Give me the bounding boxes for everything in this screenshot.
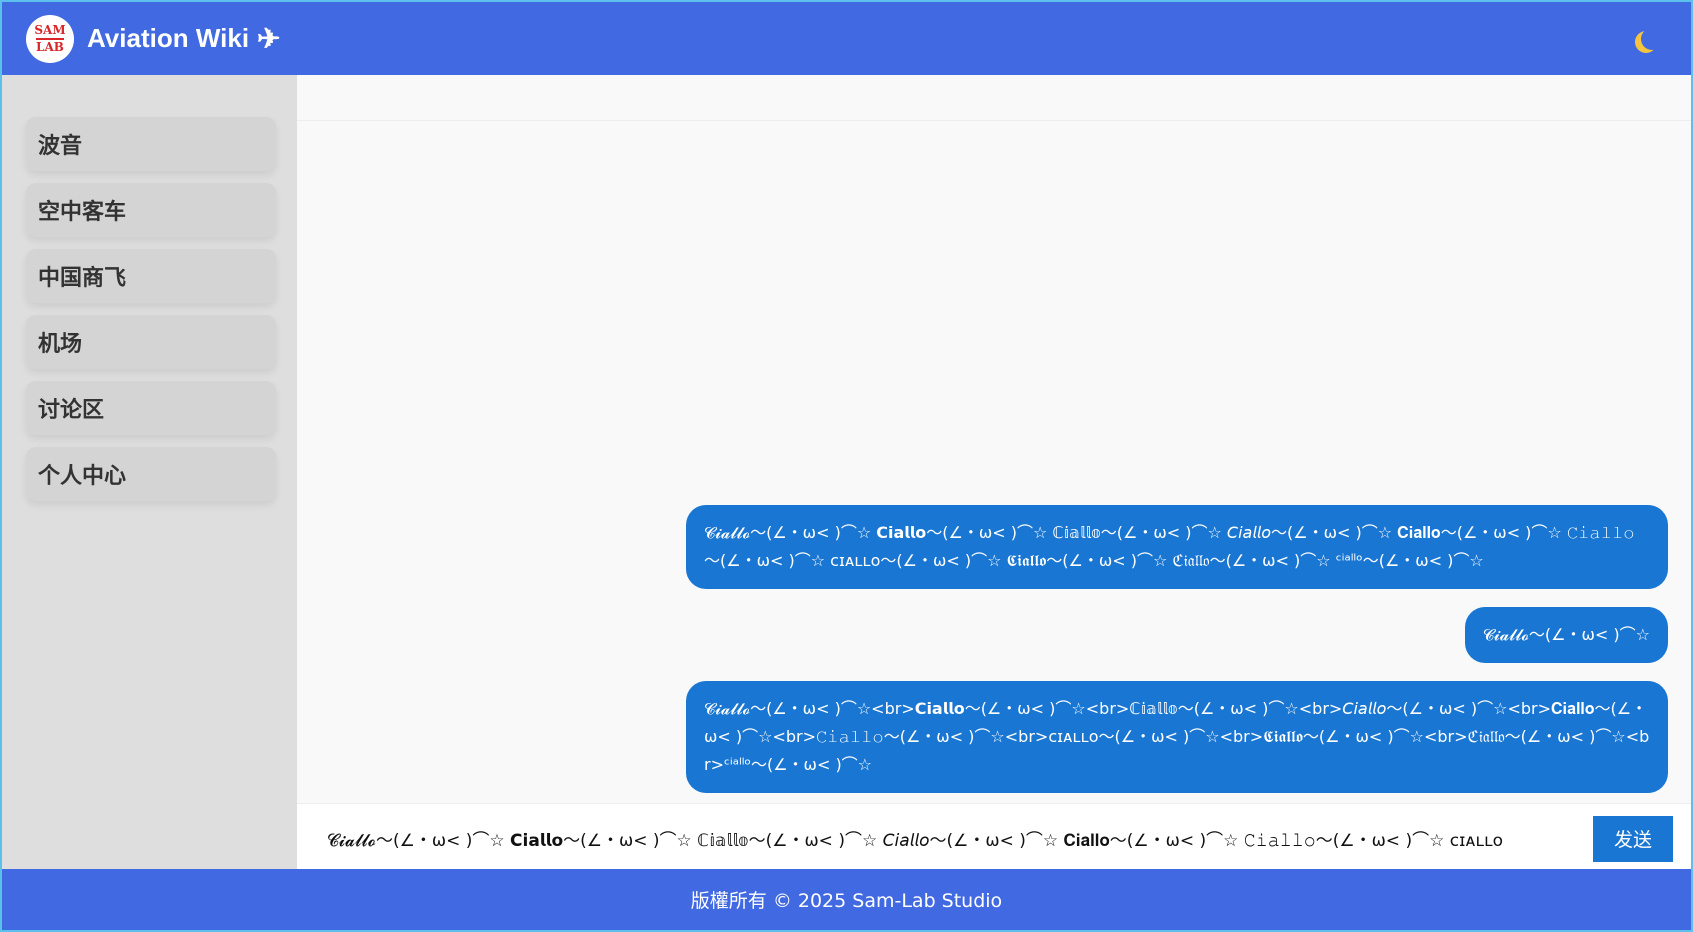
chat-panel: 𝓒𝓲𝓪𝓵𝓵𝓸～(∠・ω< )⌒☆ 𝗖𝗶𝗮𝗹𝗹𝗼～(∠・ω< )⌒☆ ℂ𝕚𝕒𝕝𝕝𝕠… [297, 75, 1691, 873]
sidebar-item-airport[interactable]: 机场 [26, 315, 276, 369]
sidebar-nav: 波音 空中客车 中国商飞 机场 讨论区 个人中心 [2, 75, 297, 873]
sidebar-item-boeing[interactable]: 波音 [26, 117, 276, 171]
message-composer: 𝓒𝓲𝓪𝓵𝓵𝓸～(∠・ω< )⌒☆ 𝗖𝗶𝗮𝗹𝗹𝗼～(∠・ω< )⌒☆ ℂ𝕚𝕒𝕝𝕝𝕠… [297, 803, 1691, 873]
footer: 版權所有 © 2025 Sam-Lab Studio [2, 869, 1691, 930]
send-button[interactable]: 发送 [1593, 815, 1673, 862]
app-window: SAM LAB Aviation Wiki ✈ 波音 空中客车 中国商飞 机场 … [0, 0, 1693, 932]
sidebar-item-airbus[interactable]: 空中客车 [26, 183, 276, 237]
message-list: 𝓒𝓲𝓪𝓵𝓵𝓸～(∠・ω< )⌒☆ 𝗖𝗶𝗮𝗹𝗹𝗼～(∠・ω< )⌒☆ ℂ𝕚𝕒𝕝𝕝𝕠… [297, 505, 1691, 793]
logo-text-bottom: LAB [36, 39, 64, 54]
sidebar-item-discussion[interactable]: 讨论区 [26, 381, 276, 435]
copyright-text: 版權所有 © 2025 Sam-Lab Studio [690, 890, 1003, 912]
logo-text-top: SAM [34, 22, 66, 37]
site-title[interactable]: Aviation Wiki ✈ [87, 23, 281, 54]
chat-topbar [297, 75, 1691, 121]
chat-message: 𝓒𝓲𝓪𝓵𝓵𝓸～(∠・ω< )⌒☆ 𝗖𝗶𝗮𝗹𝗹𝗼～(∠・ω< )⌒☆ ℂ𝕚𝕒𝕝𝕝𝕠… [686, 505, 1668, 589]
site-title-text: Aviation Wiki [87, 23, 250, 53]
sidebar-item-comac[interactable]: 中国商飞 [26, 249, 276, 303]
sam-lab-logo[interactable]: SAM LAB [26, 14, 74, 63]
sidebar-item-profile[interactable]: 个人中心 [26, 447, 276, 501]
header-bar: SAM LAB Aviation Wiki ✈ [2, 2, 1691, 75]
moon-icon[interactable] [1641, 28, 1663, 50]
airplane-icon: ✈ [257, 22, 281, 54]
chat-message: 𝓒𝓲𝓪𝓵𝓵𝓸～(∠・ω< )⌒☆<br>𝗖𝗶𝗮𝗹𝗹𝗼～(∠・ω< )⌒☆<br>… [686, 681, 1668, 793]
message-input[interactable]: 𝓒𝓲𝓪𝓵𝓵𝓸～(∠・ω< )⌒☆ 𝗖𝗶𝗮𝗹𝗹𝗼～(∠・ω< )⌒☆ ℂ𝕚𝕒𝕝𝕝𝕠… [327, 817, 1571, 861]
chat-message: 𝓒𝓲𝓪𝓵𝓵𝓸～(∠・ω< )⌒☆ [1464, 607, 1668, 663]
